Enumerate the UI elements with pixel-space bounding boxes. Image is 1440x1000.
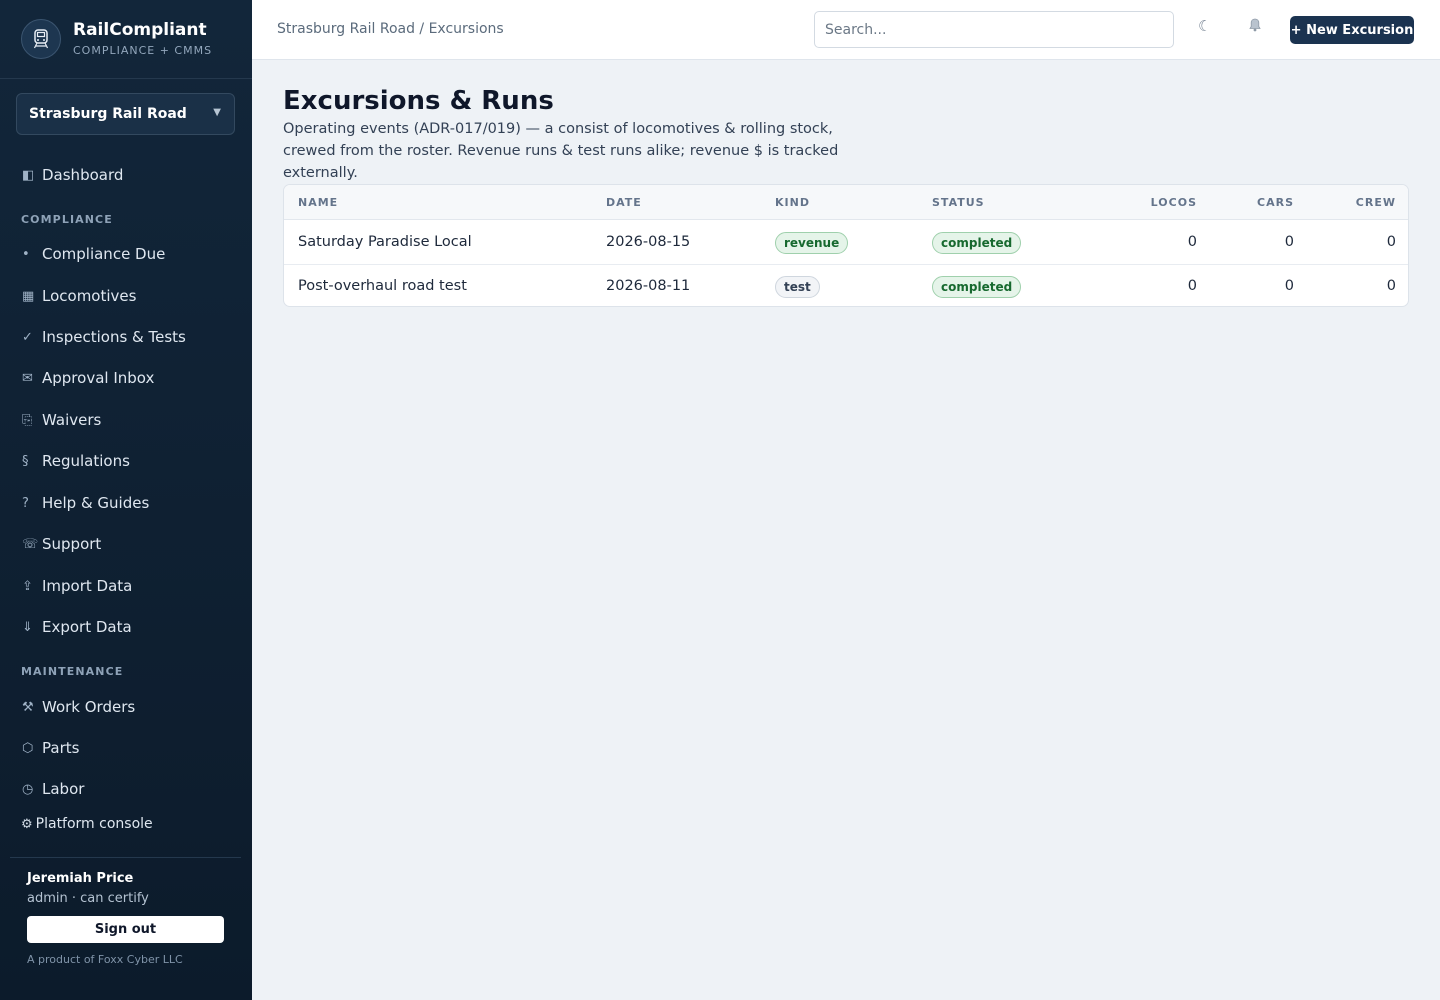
table-row[interactable]: Saturday Paradise Local 2026-08-15 reven… [284,221,1408,265]
sidebar-item-label: Work Orders [42,698,136,716]
sidebar-item-import-data[interactable]: ⇪ Import Data [16,569,236,603]
platform-console-link[interactable]: ⚙ Platform console [21,816,153,832]
clock-icon: ◷ [22,781,34,797]
table-header: NAME DATE KIND STATUS LOCOS CARS CREW [284,185,1408,220]
sidebar-item-label: Inspections & Tests [42,328,186,346]
notifications-bell-icon[interactable] [1247,17,1263,37]
sidebar-item-labor[interactable]: ◷ Labor [16,772,236,806]
sidebar-item-dashboard[interactable]: ◧ Dashboard [16,158,236,192]
phone-icon: ☏ [22,536,39,552]
dark-mode-toggle-icon[interactable]: ☾ [1198,17,1211,35]
sidebar-item-help-guides[interactable]: ? Help & Guides [16,486,236,520]
grid-icon: ▦ [22,288,35,304]
cell-crew: 0 [1386,234,1396,250]
column-header-date[interactable]: DATE [606,196,642,209]
sidebar-item-label: Labor [42,780,85,798]
kind-badge: test [775,276,820,298]
sidebar-item-label: Dashboard [42,166,124,184]
product-credit: A product of Foxx Cyber LLC [27,953,183,966]
cell-name[interactable]: Saturday Paradise Local [298,234,472,250]
column-header-name[interactable]: NAME [298,196,338,209]
brand: RailCompliant COMPLIANCE + CMMS [0,0,252,79]
table-row[interactable]: Post-overhaul road test 2026-08-11 test … [284,265,1408,306]
cell-name[interactable]: Post-overhaul road test [298,278,467,294]
column-header-crew[interactable]: CREW [1336,196,1396,209]
sidebar: RailCompliant COMPLIANCE + CMMS Strasbur… [0,0,252,1000]
user-name: Jeremiah Price [27,871,134,886]
sidebar-item-parts[interactable]: ⬡ Parts [16,731,236,765]
import-icon: ⇪ [22,578,33,594]
platform-console-label: Platform console [35,816,153,832]
search-input[interactable] [814,11,1174,48]
sidebar-item-label: Import Data [42,577,133,595]
question-icon: ? [22,495,29,511]
page-description: Operating events (ADR-017/019) — a consi… [283,121,839,181]
sidebar-item-label: Compliance Due [42,245,166,263]
brand-name: RailCompliant [73,20,207,40]
tools-icon: ⚒ [22,699,34,715]
column-header-status[interactable]: STATUS [932,196,985,209]
user-role: admin · can certify [27,891,149,906]
sidebar-item-support[interactable]: ☏ Support [16,527,236,561]
sidebar-item-compliance-due[interactable]: • Compliance Due [16,237,236,271]
section-icon: § [22,453,29,469]
dot-icon: • [22,246,30,262]
export-icon: ⇓ [22,619,33,635]
sidebar-item-label: Locomotives [42,287,137,305]
topbar: Strasburg Rail Road / Excursions ☾ + New… [252,0,1440,60]
document-icon: ⎘ [22,412,33,428]
brand-subtitle: COMPLIANCE + CMMS [73,44,213,57]
column-header-locos[interactable]: LOCOS [1137,196,1197,209]
page-title: Excursions & Runs [283,86,554,116]
cell-locos: 0 [1187,278,1197,294]
sidebar-item-label: Waivers [42,411,102,429]
sidebar-item-label: Help & Guides [42,494,150,512]
sidebar-section-maintenance: MAINTENANCE [21,665,124,678]
cell-crew: 0 [1386,278,1396,294]
locomotive-logo-icon[interactable] [21,19,61,59]
sidebar-item-label: Approval Inbox [42,369,155,387]
sidebar-item-inspections-tests[interactable]: ✓ Inspections & Tests [16,320,236,354]
breadcrumb: Strasburg Rail Road / Excursions [277,21,504,37]
sidebar-item-approval-inbox[interactable]: ✉ Approval Inbox [16,361,236,395]
sidebar-item-regulations[interactable]: § Regulations [16,444,236,478]
sidebar-item-label: Regulations [42,452,130,470]
status-badge: completed [932,232,1022,254]
column-header-cars[interactable]: CARS [1234,196,1294,209]
cell-cars: 0 [1284,234,1294,250]
sidebar-section-compliance: COMPLIANCE [21,213,113,226]
cell-locos: 0 [1187,234,1197,250]
check-icon: ✓ [22,329,33,345]
excursions-table: NAME DATE KIND STATUS LOCOS CARS CREW Sa… [283,184,1409,307]
new-excursion-button[interactable]: + New Excursion [1290,16,1414,44]
user-panel: Jeremiah Price admin · can certify Sign … [10,857,241,1000]
dashboard-icon: ◧ [22,167,35,183]
sidebar-item-export-data[interactable]: ⇓ Export Data [16,610,236,644]
sidebar-item-waivers[interactable]: ⎘ Waivers [16,403,236,437]
hexagon-icon: ⬡ [22,740,34,756]
organization-select-value: Strasburg Rail Road [29,106,187,122]
cell-date: 2026-08-11 [606,278,691,294]
sign-out-button[interactable]: Sign out [27,916,224,943]
sidebar-item-locomotives[interactable]: ▦ Locomotives [16,279,236,313]
column-header-kind[interactable]: KIND [775,196,810,209]
organization-select[interactable]: Strasburg Rail Road ▼ [16,93,235,135]
sidebar-item-work-orders[interactable]: ⚒ Work Orders [16,690,236,724]
gear-icon: ⚙ [21,816,33,832]
sidebar-item-label: Support [42,535,102,553]
caret-down-icon: ▼ [213,107,221,118]
sidebar-item-label: Export Data [42,618,132,636]
status-badge: completed [932,276,1022,298]
envelope-icon: ✉ [22,370,33,386]
cell-date: 2026-08-15 [606,234,691,250]
kind-badge: revenue [775,232,849,254]
cell-cars: 0 [1284,278,1294,294]
sidebar-item-label: Parts [42,739,80,757]
